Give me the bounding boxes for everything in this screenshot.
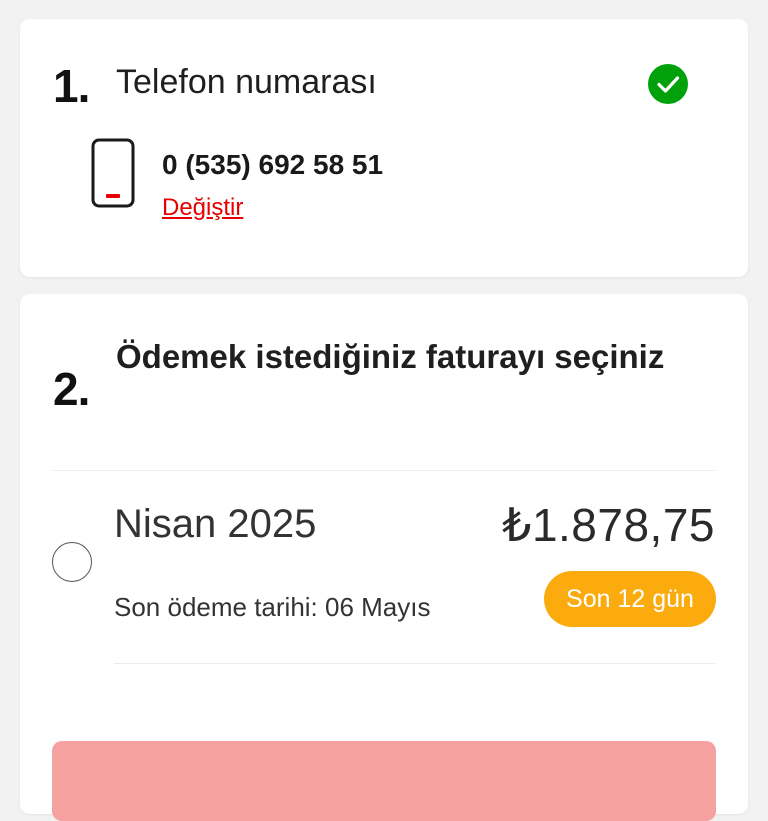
step-number: 2.	[53, 363, 90, 415]
bill-amount: ₺1.878,75	[502, 499, 715, 551]
step-title: Ödemek istediğiniz faturayı seçiniz	[116, 338, 665, 375]
days-left-badge: Son 12 gün	[544, 571, 716, 627]
bill-due-date: Son ödeme tarihi: 06 Mayıs	[114, 592, 431, 622]
bill-selection-step-card: 2. Ödemek istediğiniz faturayı seçiniz N…	[20, 294, 748, 821]
bill-select-radio[interactable]	[52, 542, 92, 582]
check-circle-icon	[648, 64, 688, 104]
phone-number-step-card: 1. Telefon numarası 0 (535) 692 58 51 De…	[20, 19, 748, 277]
divider	[114, 663, 715, 664]
change-phone-link[interactable]: Değiştir	[162, 194, 243, 222]
phone-number: 0 (535) 692 58 51	[162, 149, 384, 180]
step-title: Telefon numarası	[116, 63, 377, 101]
step-number: 1.	[53, 60, 90, 112]
mobile-phone-icon	[91, 138, 135, 208]
pay-button[interactable]	[52, 741, 716, 821]
divider	[53, 470, 715, 471]
bill-period: Nisan 2025	[114, 502, 317, 546]
